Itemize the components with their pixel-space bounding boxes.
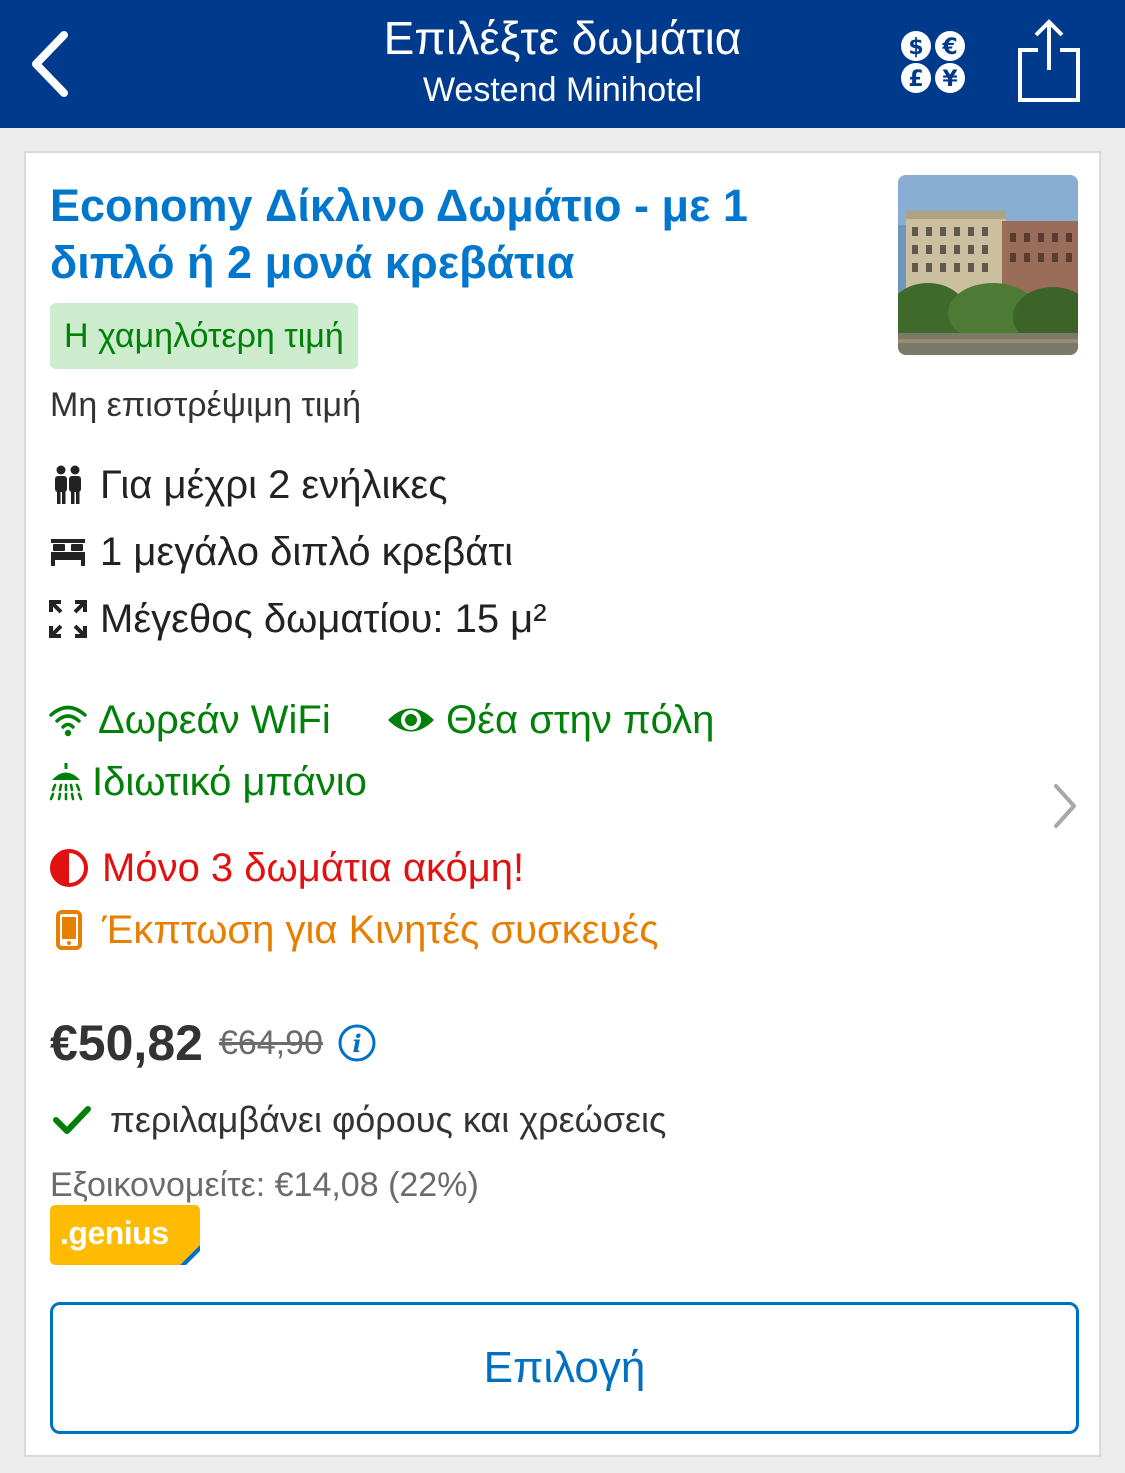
svg-text:¥: ¥ [942,67,958,92]
svg-text:£: £ [908,67,923,92]
savings-text: Εξοικονομείτε: €14,08 (22%) [50,1166,479,1204]
hotel-photo-image [898,175,1078,355]
header-title-group: Επιλέξτε δωμάτια Westend Minihotel [250,10,875,112]
back-button[interactable] [18,22,82,106]
lowest-price-badge: Η χαμηλότερη τιμή [50,303,358,369]
amenity-wifi: Δωρεάν WiFi [48,694,331,746]
refund-policy: Μη επιστρέψιμη τιμή [50,386,361,424]
genius-badge: .genius [50,1205,200,1265]
currency-button[interactable]: $ € £ ¥ [898,30,970,96]
amenity-bathroom: Ιδιωτικό μπάνιο [48,756,367,808]
bed-icon [48,532,88,572]
checkmark-icon [53,1106,91,1134]
taxes-included: περιλαμβάνει φόρους και χρεώσεις [52,1095,666,1145]
guests-icon [48,465,88,505]
share-icon [1018,19,1080,102]
amenity-bathroom-text: Ιδιωτικό μπάνιο [92,759,367,804]
mobile-discount-text: Έκπτωση για Κινητές συσκευές [102,907,659,952]
select-room-button[interactable]: Επιλογή [50,1302,1079,1434]
room-size-icon [48,599,88,639]
half-circle-icon [48,847,90,889]
amenity-city-view: Θέα στην πόλη [386,694,714,746]
svg-text:i: i [352,1029,361,1058]
fact-bed-text: 1 μεγάλο διπλό κρεβάτι [100,529,514,574]
genius-label: .genius [60,1215,169,1251]
wifi-icon [48,700,88,740]
svg-text:$: $ [908,35,923,60]
original-price: €64,90 [218,1023,323,1062]
mobile-discount: Έκπτωση για Κινητές συσκευές [48,903,659,957]
current-price: €50,82 [50,1015,203,1071]
fact-guests-text: Για μέχρι 2 ενήλικες [100,462,448,507]
room-title[interactable]: Economy Δίκλινο Δωμάτιο - με 1 διπλό ή 2… [50,177,840,291]
taxes-text: περιλαμβάνει φόρους και χρεώσεις [110,1099,667,1140]
price-row: €50,82 €64,90 i [50,1011,377,1075]
amenity-wifi-text: Δωρεάν WiFi [98,697,331,742]
svg-text:€: € [941,35,957,60]
availability-warning: Μόνο 3 δωμάτια ακόμη! [48,841,524,895]
info-icon[interactable]: i [337,1023,377,1063]
availability-text: Μόνο 3 δωμάτια ακόμη! [102,845,525,890]
amenity-city-view-text: Θέα στην πόλη [446,697,715,742]
currency-exchange-icon: $ € £ ¥ [901,31,965,93]
shower-icon [48,762,84,802]
hotel-name: Westend Minihotel [422,71,703,109]
page-title: Επιλέξτε δωμάτια [383,12,742,64]
eye-icon [386,700,436,740]
room-details-chevron[interactable] [1048,778,1082,834]
top-navigation-bar: Επιλέξτε δωμάτια Westend Minihotel $ € £… [0,0,1125,128]
mobile-phone-icon [48,909,90,951]
room-card[interactable]: Economy Δίκλινο Δωμάτιο - με 1 διπλό ή 2… [24,151,1101,1457]
fact-bed: 1 μεγάλο διπλό κρεβάτι [48,524,513,580]
fact-size-text: Μέγεθος δωματίου: 15 μ² [100,596,547,641]
room-photo[interactable] [898,175,1078,355]
chevron-right-icon [1054,784,1076,828]
chevron-left-icon [32,31,68,97]
fact-guests: Για μέχρι 2 ενήλικες [48,457,448,513]
share-button[interactable] [1016,18,1082,104]
fact-size: Μέγεθος δωματίου: 15 μ² [48,591,547,647]
